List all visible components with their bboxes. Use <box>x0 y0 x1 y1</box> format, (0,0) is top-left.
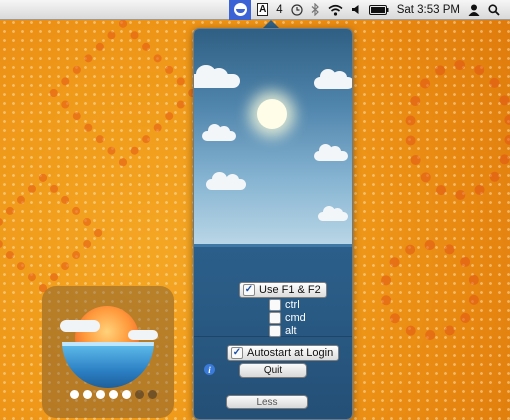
quit-button[interactable]: Quit <box>239 363 307 378</box>
cloud <box>202 124 236 141</box>
hud-level-dot <box>109 390 118 399</box>
hud-cloud-icon <box>128 330 158 340</box>
hud-level-dot <box>83 390 92 399</box>
wifi-icon[interactable] <box>328 0 343 20</box>
hud-level-dot <box>70 390 79 399</box>
checkbox-box[interactable] <box>269 312 281 324</box>
spotlight-icon[interactable] <box>488 0 500 20</box>
brightness-hud <box>42 286 174 418</box>
sun-illustration <box>257 99 287 129</box>
checkmark-icon: ✓ <box>231 347 243 359</box>
autostart-checkbox[interactable]: ✓ Autostart at Login <box>227 345 340 361</box>
use-f1-f2-pill[interactable]: ✓ Use F1 & F2 <box>239 282 327 298</box>
checkmark-icon: ✓ <box>243 284 255 296</box>
alt-checkbox[interactable]: alt <box>269 325 297 337</box>
cloud <box>314 144 348 161</box>
checkbox-box[interactable] <box>269 325 281 337</box>
adobe-icon[interactable]: A <box>257 0 269 20</box>
hud-level-indicator <box>70 390 157 399</box>
use-f1-f2-label: Use F1 & F2 <box>259 284 321 296</box>
hud-level-dot <box>122 390 131 399</box>
battery-icon[interactable] <box>368 0 389 20</box>
cloud <box>194 65 240 88</box>
info-icon[interactable]: i <box>204 364 215 375</box>
wallpaper-flower <box>380 240 480 340</box>
hud-level-dot <box>96 390 105 399</box>
hud-cloud-icon <box>60 320 100 332</box>
sunshine-app-icon[interactable] <box>229 0 252 20</box>
sky-background <box>194 29 352 244</box>
use-f1-f2-checkbox[interactable]: ✓ Use F1 & F2 <box>239 282 327 298</box>
cloud <box>314 69 352 89</box>
ctrl-label: ctrl <box>285 299 300 311</box>
alt-label: alt <box>285 325 297 337</box>
hud-level-dot <box>148 390 157 399</box>
autostart-label: Autostart at Login <box>247 347 334 359</box>
user-icon[interactable] <box>468 0 480 20</box>
menu-bar: A 4 Sat 3:53 PM <box>0 0 510 20</box>
wallpaper-flower <box>405 60 510 200</box>
hud-bowl-icon <box>62 342 154 388</box>
cloud <box>206 172 246 190</box>
checkbox-box[interactable] <box>269 299 281 311</box>
autostart-pill[interactable]: ✓ Autostart at Login <box>227 345 340 361</box>
ctrl-checkbox[interactable]: ctrl <box>269 299 300 311</box>
notification-count[interactable]: 4 <box>276 0 282 20</box>
cmd-label: cmd <box>285 312 306 324</box>
hud-level-dot <box>135 390 144 399</box>
cmd-checkbox[interactable]: cmd <box>269 312 306 324</box>
less-button[interactable]: Less <box>226 395 308 409</box>
time-machine-icon[interactable] <box>291 0 303 20</box>
menu-clock[interactable]: Sat 3:53 PM <box>397 0 460 20</box>
cloud <box>318 206 348 221</box>
volume-icon[interactable] <box>351 0 361 20</box>
bluetooth-icon[interactable] <box>311 0 320 20</box>
horizon-line <box>194 244 352 247</box>
sunshine-popover: ✓ Use F1 & F2 ctrl cmd alt ✓ Autostart a… <box>193 28 353 420</box>
